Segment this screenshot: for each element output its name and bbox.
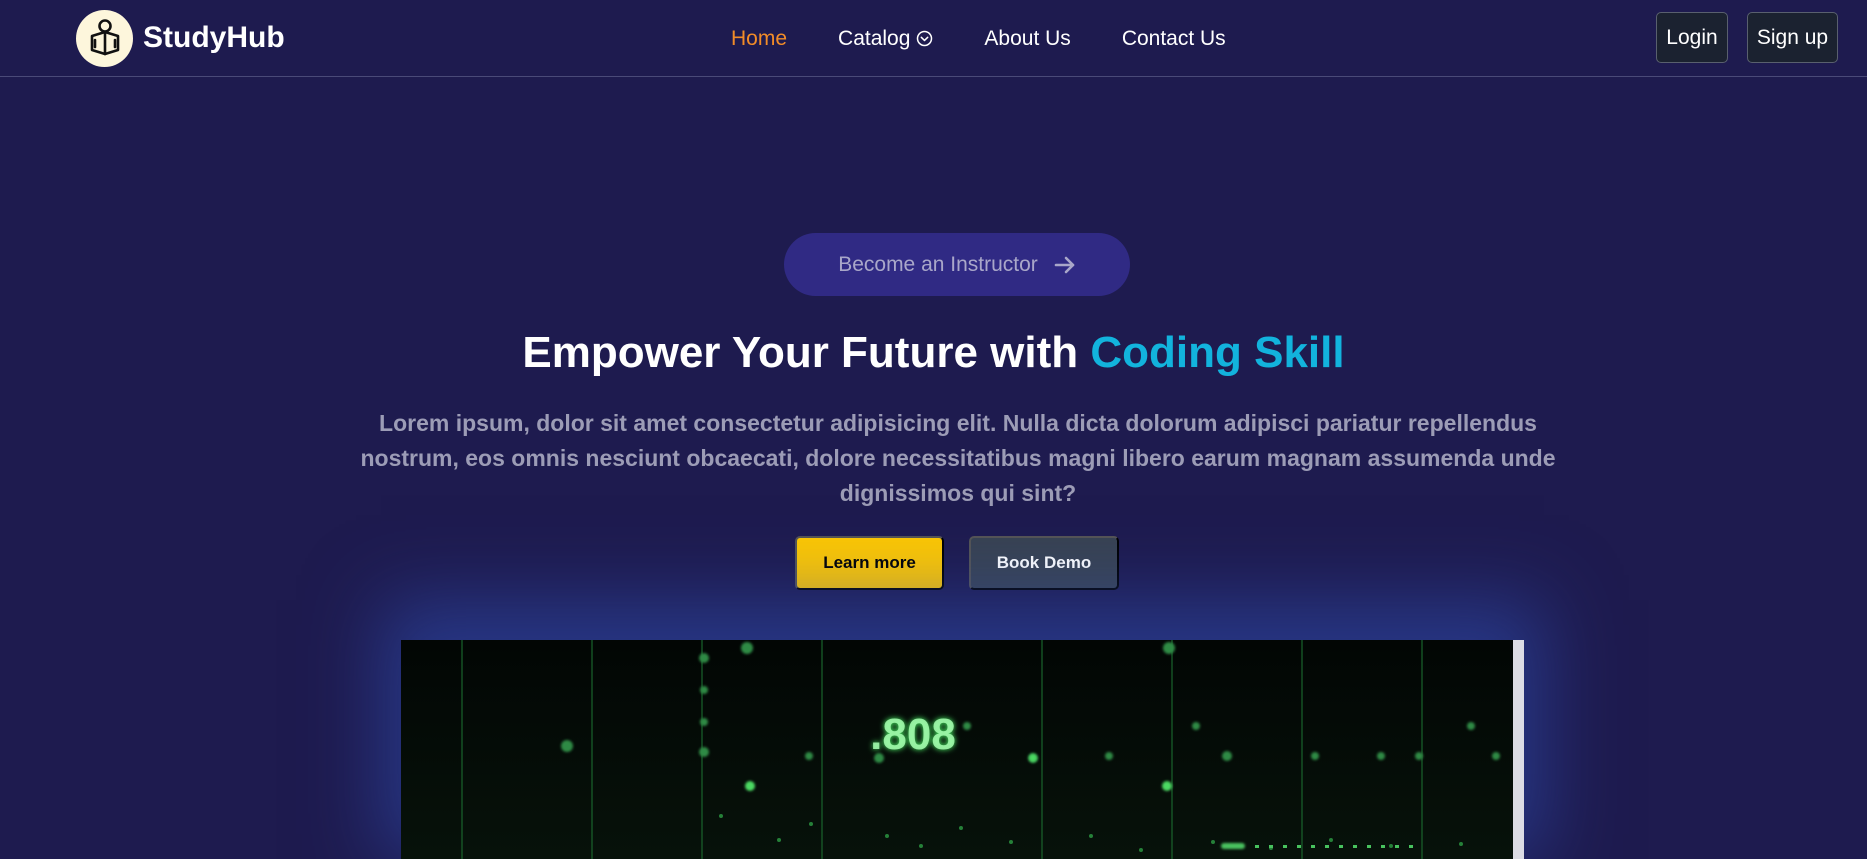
learn-more-button[interactable]: Learn more (795, 536, 944, 590)
reading-person-icon (76, 9, 133, 67)
nav-catalog[interactable]: Catalog (838, 27, 933, 51)
signup-button[interactable]: Sign up (1747, 12, 1838, 63)
nav-contact-us[interactable]: Contact Us (1122, 27, 1226, 51)
main-nav: Home Catalog About Us Contact Us (731, 0, 1226, 77)
nav-home[interactable]: Home (731, 27, 787, 51)
chevron-down-circle-icon (917, 30, 933, 47)
video-scrollbar[interactable] (1513, 640, 1524, 859)
headline-accent: Coding Skill (1090, 328, 1345, 377)
nav-catalog-label: Catalog (838, 26, 911, 50)
brand-name: StudyHub (143, 21, 285, 54)
hero-description: Lorem ipsum, dolor sit amet consectetur … (360, 410, 1556, 506)
become-instructor-button[interactable]: Become an Instructor (784, 233, 1130, 296)
book-demo-button[interactable]: Book Demo (969, 536, 1119, 590)
nav-about-us[interactable]: About Us (984, 27, 1070, 51)
video-display-text: .808 (870, 710, 956, 759)
video-frame: .808 .808 (401, 640, 1513, 859)
arrow-right-icon (1054, 256, 1075, 273)
hero-headline: Empower Your Future with Coding Skill (0, 328, 1867, 378)
login-button[interactable]: Login (1656, 12, 1728, 63)
become-instructor-label: Become an Instructor (838, 252, 1038, 276)
navbar: StudyHub Home Catalog About Us Contact U… (0, 0, 1867, 77)
brand[interactable]: StudyHub (76, 9, 285, 67)
headline-text: Empower Your Future with (522, 328, 1091, 377)
hero-video[interactable]: .808 .808 (401, 640, 1524, 859)
video-still: .808 .808 (401, 640, 1513, 859)
